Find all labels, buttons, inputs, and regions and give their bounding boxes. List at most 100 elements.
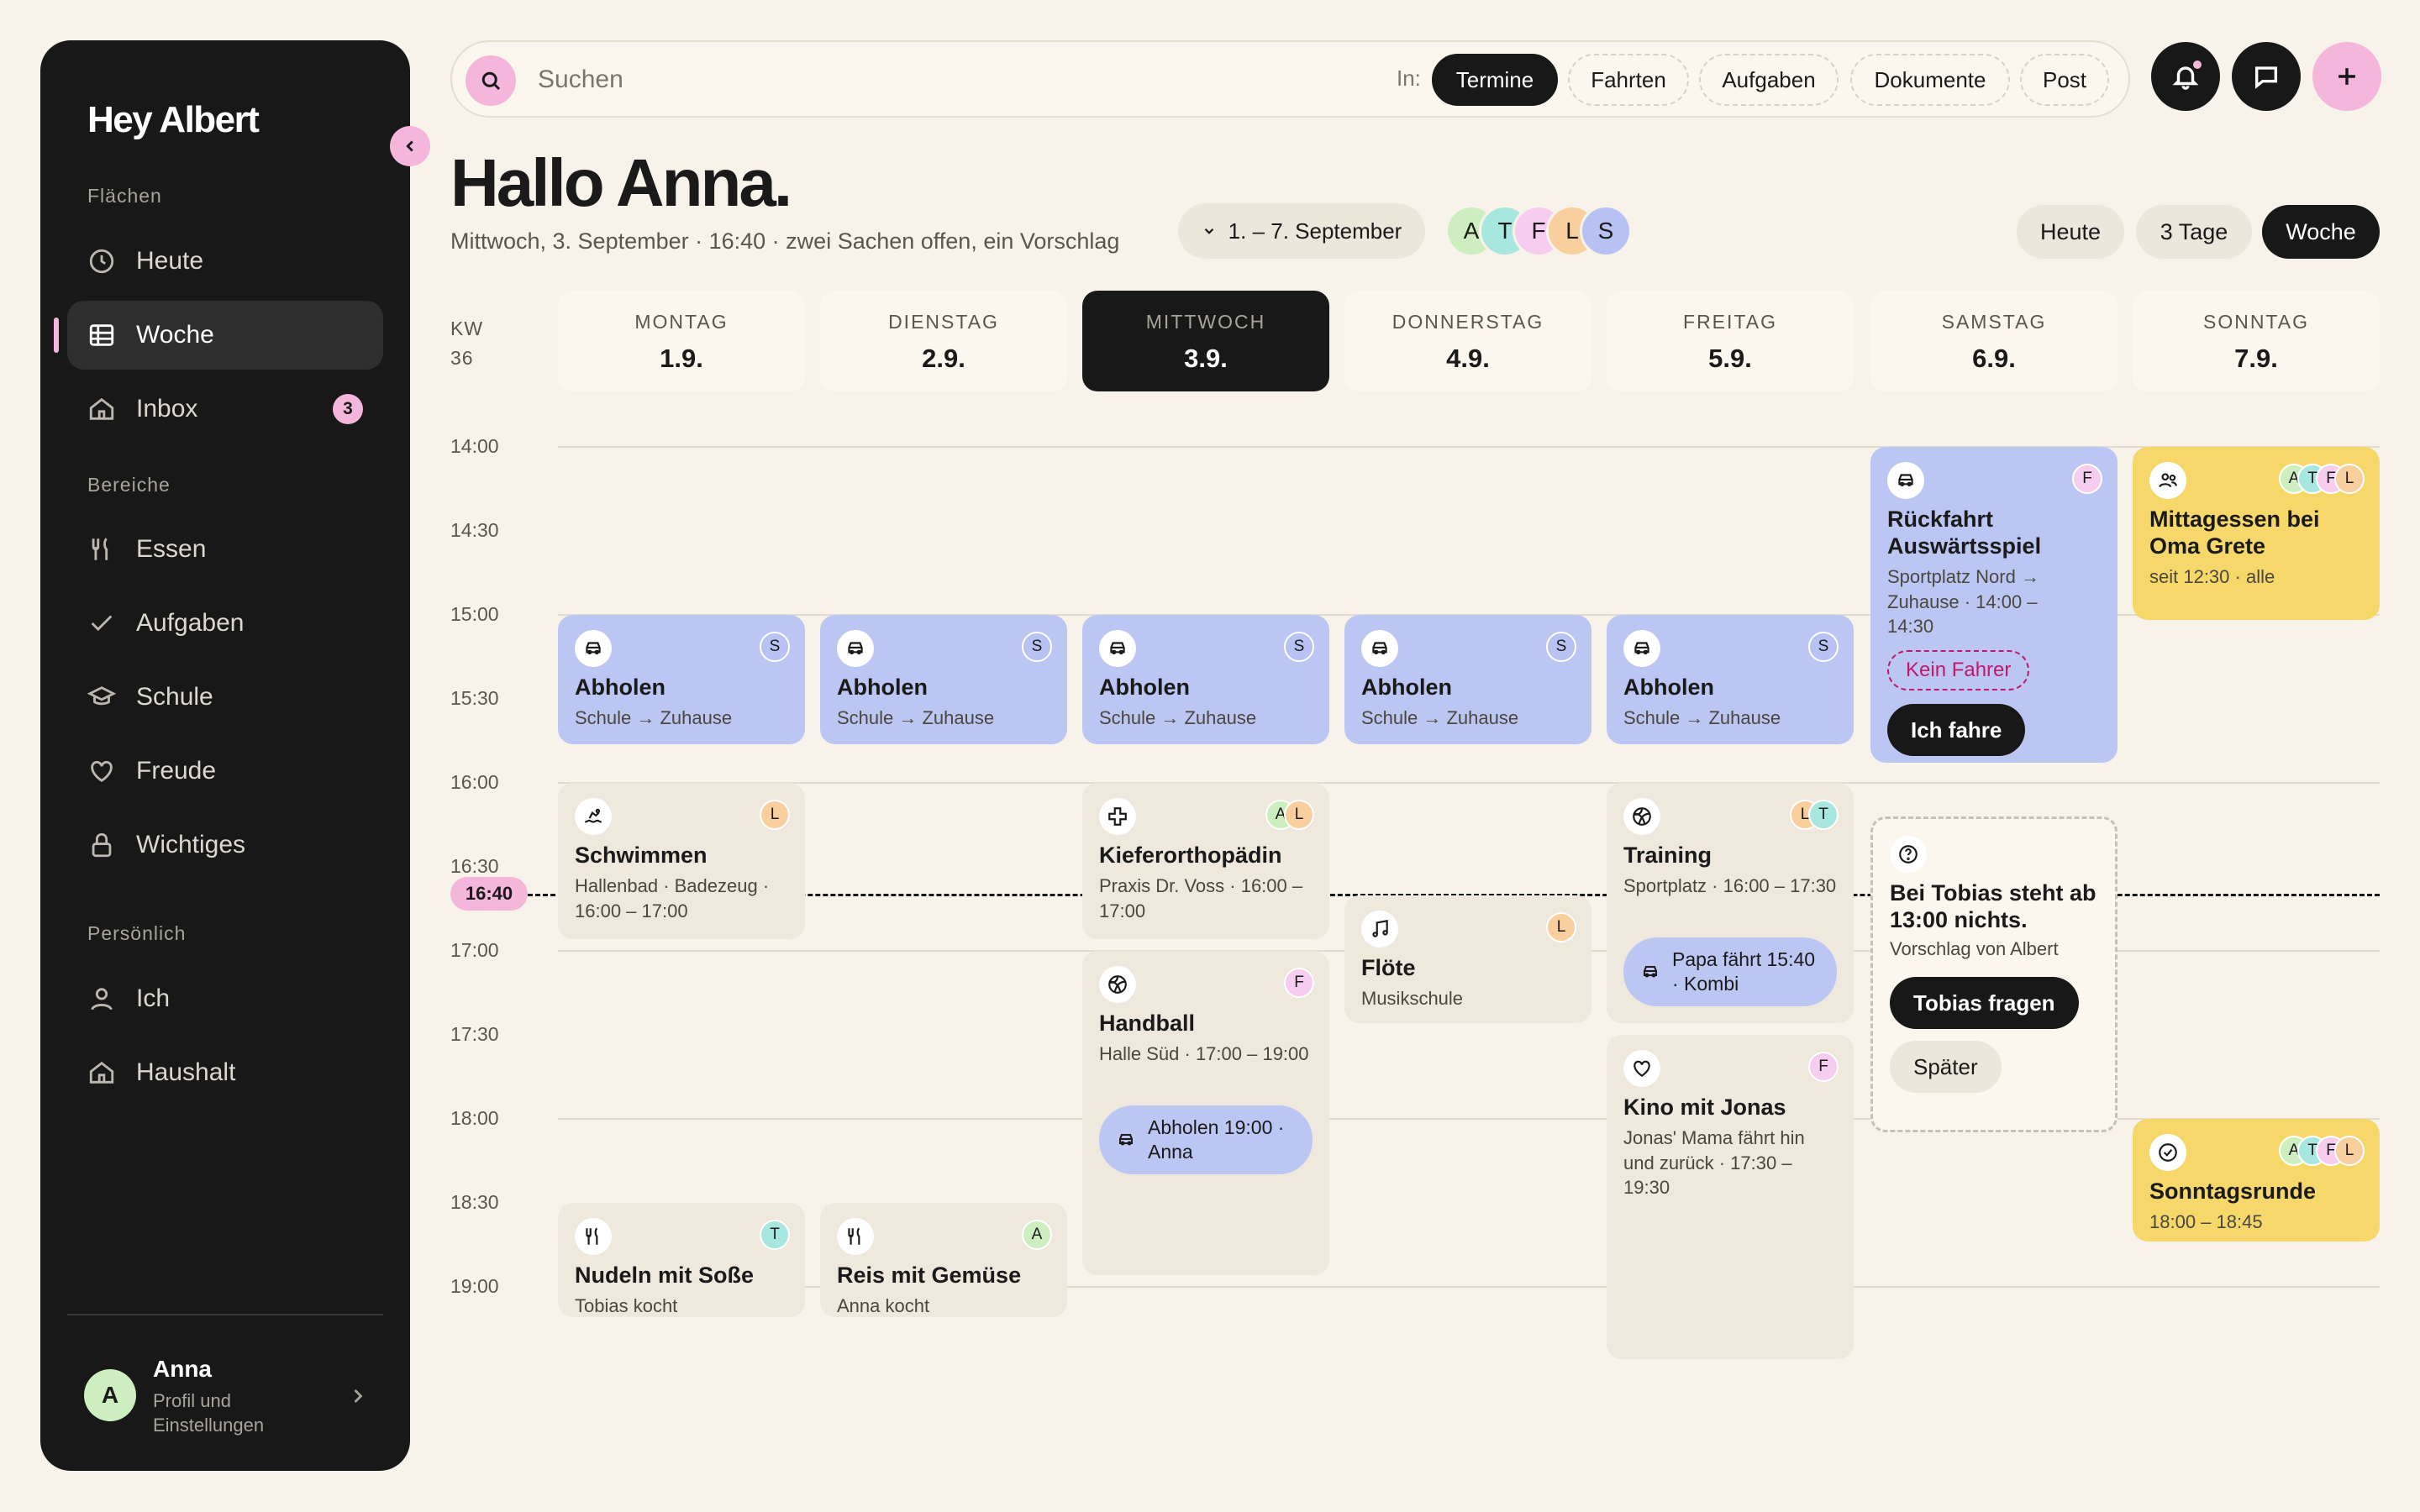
sidebar-item-woche[interactable]: Woche (54, 301, 383, 370)
ball-icon (1099, 966, 1136, 1003)
day-date: 1.9. (660, 344, 703, 373)
sidebar-item-label: Schule (136, 683, 213, 711)
day-header-saturday[interactable]: SAMSTAG 6.9. (1870, 291, 2118, 391)
participant-avatar: A (1022, 1220, 1052, 1250)
event-subtitle: 18:00 – 18:45 (2149, 1211, 2263, 1232)
search-icon (481, 71, 501, 91)
event-abholen-wednesday[interactable]: S Abholen Schule → Zuhause (1082, 615, 1329, 744)
participant-avatar: L (760, 800, 790, 830)
event-rueckfahrt[interactable]: F Rückfahrt Auswärtsspiel Sportplatz Nor… (1870, 447, 2118, 763)
messages-button[interactable] (2232, 42, 2301, 111)
filter-chip-termine[interactable]: Termine (1432, 54, 1558, 106)
i-drive-button[interactable]: Ich fahre (1887, 704, 2026, 756)
view-button-woche[interactable]: Woche (2262, 205, 2380, 259)
sidebar-item-label: Wichtiges (136, 831, 246, 858)
sidebar-item-aufgaben[interactable]: Aufgaben (67, 589, 383, 658)
day-header-sunday[interactable]: SONNTAG 7.9. (2133, 291, 2380, 391)
section-label-flaechen: Flächen (87, 185, 162, 207)
event-title: Flöte (1361, 955, 1416, 980)
notifications-button[interactable] (2151, 42, 2220, 111)
day-name: SONNTAG (2202, 311, 2310, 333)
day-header-thursday[interactable]: DONNERSTAG 4.9. (1344, 291, 1591, 391)
day-date: 2.9. (922, 344, 965, 373)
sidebar-item-essen[interactable]: Essen (67, 515, 383, 584)
filter-chip-dokumente[interactable]: Dokumente (1850, 54, 2010, 106)
pickup-assignment[interactable]: Abholen 19:00 · Anna (1099, 1105, 1313, 1174)
question-icon (1890, 836, 1927, 873)
event-title: Abholen (1099, 675, 1190, 700)
later-button[interactable]: Später (1890, 1041, 2002, 1093)
filter-chip-fahrten[interactable]: Fahrten (1568, 54, 1689, 106)
sidebar-item-label: Heute (136, 247, 204, 275)
car-icon (1099, 630, 1136, 667)
filter-chip-post[interactable]: Post (2020, 54, 2109, 106)
grid-icon (89, 324, 114, 346)
search-input[interactable] (538, 60, 1126, 99)
event-reis[interactable]: A Reis mit Gemüse Anna kocht (820, 1203, 1067, 1317)
day-date: 6.9. (1972, 344, 2016, 373)
sidebar-item-freude[interactable]: Freude (67, 737, 383, 806)
add-button[interactable] (2312, 42, 2381, 111)
event-abholen-thursday[interactable]: S Abholen Schule → Zuhause (1344, 615, 1591, 744)
suggestion-card: Bei Tobias steht ab 13:00 nichts. Vorsch… (1870, 816, 2118, 1132)
event-kino[interactable]: F Kino mit Jonas Jonas' Mama fährt hin u… (1607, 1035, 1854, 1359)
sidebar-item-haushalt[interactable]: Haushalt (67, 1038, 383, 1107)
event-sonntagsrunde[interactable]: A T F L Sonntagsrunde 18:00 – 18:45 (2133, 1119, 2380, 1242)
profile-settings-link[interactable]: A Anna Profil und Einstellungen (84, 1351, 370, 1443)
event-title: Training (1623, 843, 1712, 868)
sidebar-item-inbox[interactable]: Inbox 3 (67, 375, 383, 444)
cutlery-icon (92, 538, 108, 560)
member-avatar-s[interactable]: S (1580, 205, 1632, 257)
day-header-friday[interactable]: FREITAG 5.9. (1607, 291, 1854, 391)
car-icon (1623, 630, 1660, 667)
time-label: 16:30 (450, 855, 499, 877)
ask-tobias-button[interactable]: Tobias fragen (1890, 977, 2079, 1029)
day-header-wednesday[interactable]: MITTWOCH 3.9. (1082, 291, 1329, 391)
sidebar-item-wichtiges[interactable]: Wichtiges (67, 811, 383, 879)
event-abholen-friday[interactable]: S Abholen Schule → Zuhause (1607, 615, 1854, 744)
participant-avatar: F (1808, 1052, 1839, 1082)
time-label: 17:00 (450, 939, 499, 961)
date-range-selector[interactable]: 1. – 7. September (1178, 203, 1425, 259)
event-nudeln[interactable]: T Nudeln mit Soße Tobias kocht (558, 1203, 805, 1317)
swimming-icon (575, 798, 612, 835)
event-handball[interactable]: F Handball Halle Süd · 17:00 – 19:00 Abh… (1082, 951, 1329, 1275)
view-button-heute[interactable]: Heute (2017, 205, 2124, 259)
event-kieferorthopaedin[interactable]: A L Kieferorthopädin Praxis Dr. Voss · 1… (1082, 783, 1329, 939)
time-label: 16:00 (450, 771, 499, 793)
event-schwimmen[interactable]: L Schwimmen Hallenbad · Badezeug · 16:00… (558, 783, 805, 939)
event-subtitle: Praxis Dr. Voss · 16:00 – 17:00 (1099, 875, 1303, 921)
sidebar-item-label: Aufgaben (136, 609, 245, 637)
section-label-bereiche: Bereiche (87, 474, 171, 496)
event-subtitle: Musikschule (1361, 988, 1464, 1009)
time-label: 14:30 (450, 519, 499, 541)
time-label: 15:00 (450, 603, 499, 625)
day-name: MONTAG (634, 311, 729, 333)
event-abholen-tuesday[interactable]: S Abholen Schule → Zuhause (820, 615, 1067, 744)
sidebar-item-heute[interactable]: Heute (67, 227, 383, 296)
day-header-monday[interactable]: MONTAG 1.9. (558, 291, 805, 391)
event-abholen-monday[interactable]: S Abholen Schule → Zuhause (558, 615, 805, 744)
event-floete[interactable]: L Flöte Musikschule (1344, 895, 1591, 1023)
ride-assignment[interactable]: Papa fährt 15:40 · Kombi (1623, 937, 1837, 1006)
sidebar-item-schule[interactable]: Schule (67, 663, 383, 732)
day-name: DONNERSTAG (1392, 311, 1544, 333)
people-icon (2149, 462, 2186, 499)
collapse-sidebar-button[interactable] (390, 126, 430, 166)
day-header-tuesday[interactable]: DIENSTAG 2.9. (820, 291, 1067, 391)
participant-avatar: L (1284, 800, 1314, 830)
event-mittagessen[interactable]: A T F L Mittagessen bei Oma Grete seit 1… (2133, 447, 2380, 620)
filter-chip-aufgaben[interactable]: Aufgaben (1699, 54, 1839, 106)
view-button-3-tage[interactable]: 3 Tage (2136, 205, 2252, 259)
search-button[interactable] (466, 55, 516, 106)
profile-subtitle: Profil und Einstellungen (153, 1390, 265, 1436)
pickup-label: Abholen 19:00 · Anna (1148, 1116, 1285, 1163)
check-icon (91, 615, 113, 632)
event-subtitle: Jonas' Mama fährt hin und zurück · 17:30… (1623, 1127, 1805, 1199)
event-subtitle: Anna kocht (837, 1295, 930, 1316)
participant-avatar: F (2072, 464, 2102, 494)
time-label: 14:00 (450, 435, 499, 457)
car-icon (1887, 462, 1924, 499)
sidebar-item-ich[interactable]: Ich (67, 964, 383, 1033)
event-training[interactable]: L T Training Sportplatz · 16:00 – 17:30 … (1607, 783, 1854, 1023)
